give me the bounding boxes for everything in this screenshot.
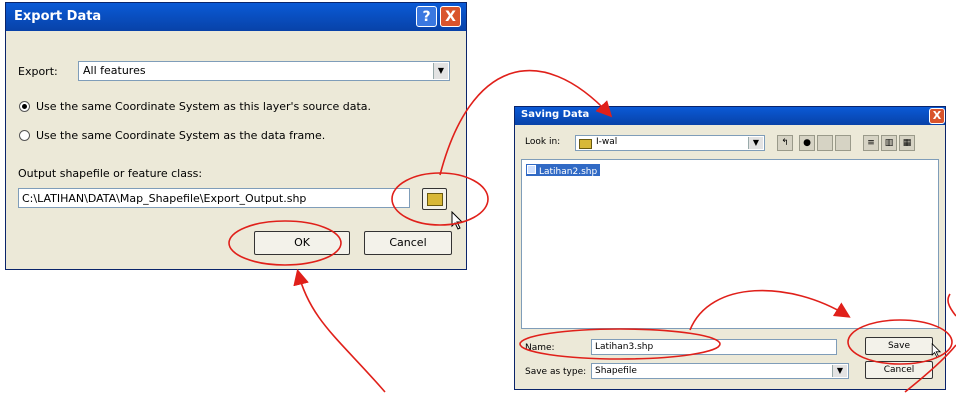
- save-type-value: Shapefile: [595, 366, 637, 376]
- look-in-select[interactable]: I-wal ▼: [575, 135, 765, 151]
- close-button[interactable]: X: [440, 6, 461, 27]
- export-dialog-titlebar: Export Data ? X: [6, 3, 466, 31]
- look-in-value: I-wal: [596, 137, 618, 147]
- save-type-select[interactable]: Shapefile ▼: [591, 363, 849, 379]
- save-button-label: Save: [887, 341, 911, 351]
- export-dialog-title: Export Data: [14, 9, 102, 24]
- saving-cancel-button[interactable]: Cancel: [865, 361, 933, 379]
- saving-dialog-titlebar: Saving Data X: [515, 107, 945, 125]
- folder-icon: [579, 139, 592, 149]
- browse-button[interactable]: [422, 188, 447, 210]
- radio-data-frame-label: Use the same Coordinate System as the da…: [36, 129, 326, 142]
- save-type-chevron-down-icon: ▼: [832, 365, 847, 377]
- look-in-chevron-down-icon: ▼: [748, 137, 763, 149]
- shapefile-icon: [527, 165, 536, 174]
- save-type-label: Save as type:: [525, 367, 587, 377]
- name-label: Name:: [525, 343, 555, 353]
- radio-source-coordinate-system[interactable]: [19, 101, 30, 112]
- help-button[interactable]: ?: [416, 6, 437, 27]
- ok-button[interactable]: OK: [254, 231, 350, 255]
- export-select-value: All features: [83, 64, 146, 77]
- details-view-icon[interactable]: ▥: [881, 135, 897, 151]
- cancel-button[interactable]: Cancel: [364, 231, 452, 255]
- file-list-item[interactable]: Latihan2.shp: [526, 164, 601, 177]
- disconnect-folder-icon[interactable]: [817, 135, 833, 151]
- file-list[interactable]: Latihan2.shp: [521, 159, 939, 329]
- save-button[interactable]: Save: [865, 337, 933, 355]
- new-folder-icon[interactable]: [835, 135, 851, 151]
- up-one-level-icon[interactable]: ↰: [777, 135, 793, 151]
- radio-data-frame-coordinate-system[interactable]: [19, 130, 30, 141]
- mouse-cursor-icon: [451, 211, 464, 230]
- open-folder-icon: [426, 193, 443, 206]
- saving-data-dialog: Saving Data X Look in: I-wal ▼ ↰ ● ≡ ▥ ▦…: [514, 106, 946, 390]
- export-label: Export:: [18, 65, 58, 78]
- arrow-back-to-ok: [293, 268, 386, 393]
- output-label: Output shapefile or feature class:: [18, 167, 203, 180]
- radio-source-label: Use the same Coordinate System as this l…: [36, 100, 372, 113]
- name-input-value: Latihan3.shp: [595, 342, 654, 352]
- ok-button-label: OK: [294, 236, 310, 249]
- saving-mouse-cursor-icon: [931, 343, 942, 358]
- saving-cancel-button-label: Cancel: [883, 365, 915, 375]
- connect-folder-icon[interactable]: ●: [799, 135, 815, 151]
- list-view-icon[interactable]: ≡: [863, 135, 879, 151]
- output-path-field[interactable]: C:\LATIHAN\DATA\Map_Shapefile\Export_Out…: [18, 188, 410, 208]
- output-path-value: C:\LATIHAN\DATA\Map_Shapefile\Export_Out…: [22, 192, 307, 205]
- saving-dialog-title: Saving Data: [521, 109, 590, 120]
- saving-close-button[interactable]: X: [929, 108, 945, 124]
- arrow-save-exit-top: [947, 293, 956, 317]
- export-select[interactable]: All features ▼: [78, 61, 450, 81]
- chevron-down-icon: ▼: [433, 63, 448, 79]
- cancel-button-label: Cancel: [389, 236, 427, 249]
- name-input[interactable]: Latihan3.shp: [591, 339, 837, 355]
- file-list-item-label: Latihan2.shp: [539, 167, 598, 177]
- export-data-dialog: Export Data ? X Export: All features ▼ U…: [5, 2, 467, 270]
- thumbnails-view-icon[interactable]: ▦: [899, 135, 915, 151]
- look-in-label: Look in:: [525, 137, 561, 147]
